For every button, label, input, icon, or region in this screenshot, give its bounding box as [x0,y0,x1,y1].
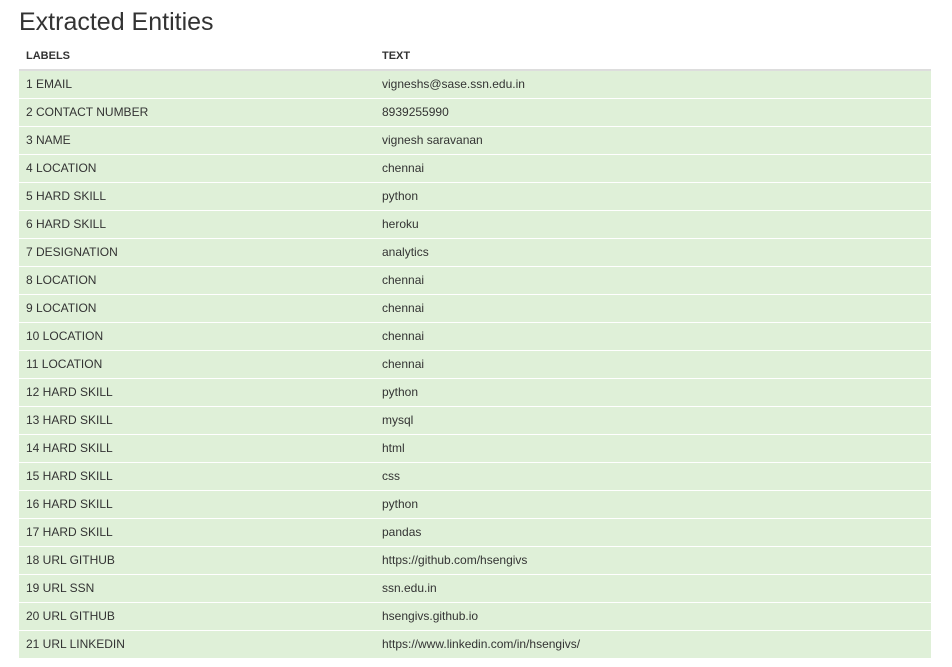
column-header-labels: LABELS [19,42,375,71]
entities-table: LABELS TEXT 1 EMAIL vigneshs@sase.ssn.ed… [19,42,931,658]
table-row: 3 NAME vignesh saravanan [19,125,931,154]
table-row: 13 HARD SKILL mysql [19,405,931,434]
cell-label: 19 URL SSN [19,573,375,602]
table-row: 15 HARD SKILL css [19,461,931,490]
cell-label: 3 NAME [19,125,375,154]
cell-text: 8939255990 [375,97,931,126]
table-row: 7 DESIGNATION analytics [19,237,931,266]
table-row: 5 HARD SKILL python [19,181,931,210]
column-header-text: TEXT [375,42,931,71]
table-row: 17 HARD SKILL pandas [19,517,931,546]
table-row: 19 URL SSN ssn.edu.in [19,573,931,602]
cell-text: heroku [375,209,931,238]
table-row: 8 LOCATION chennai [19,265,931,294]
cell-label: 12 HARD SKILL [19,377,375,406]
cell-text: python [375,181,931,210]
table-body: 1 EMAIL vigneshs@sase.ssn.edu.in 2 CONTA… [19,70,931,658]
table-row: 20 URL GITHUB hsengivs.github.io [19,601,931,630]
cell-text: python [375,489,931,518]
table-row: 9 LOCATION chennai [19,293,931,322]
table-row: 6 HARD SKILL heroku [19,209,931,238]
cell-label: 6 HARD SKILL [19,209,375,238]
cell-label: 15 HARD SKILL [19,461,375,490]
cell-text: chennai [375,349,931,378]
table-row: 14 HARD SKILL html [19,433,931,462]
table-row: 10 LOCATION chennai [19,321,931,350]
cell-text: vigneshs@sase.ssn.edu.in [375,70,931,98]
cell-label: 7 DESIGNATION [19,237,375,266]
cell-text: chennai [375,293,931,322]
cell-text: html [375,433,931,462]
cell-text: https://www.linkedin.com/in/hsengivs/ [375,629,931,658]
table-row: 18 URL GITHUB https://github.com/hsengiv… [19,545,931,574]
cell-label: 16 HARD SKILL [19,489,375,518]
cell-label: 9 LOCATION [19,293,375,322]
table-header: LABELS TEXT [19,42,931,71]
page: Extracted Entities LABELS TEXT 1 EMAIL v… [0,0,952,667]
cell-label: 2 CONTACT NUMBER [19,97,375,126]
cell-label: 10 LOCATION [19,321,375,350]
cell-text: python [375,377,931,406]
cell-label: 17 HARD SKILL [19,517,375,546]
table-row: 16 HARD SKILL python [19,489,931,518]
cell-text: pandas [375,517,931,546]
cell-text: chennai [375,321,931,350]
cell-text: css [375,461,931,490]
cell-text: vignesh saravanan [375,125,931,154]
cell-label: 5 HARD SKILL [19,181,375,210]
cell-label: 4 LOCATION [19,153,375,182]
cell-label: 1 EMAIL [19,70,375,98]
cell-label: 18 URL GITHUB [19,545,375,574]
cell-label: 21 URL LINKEDIN [19,629,375,658]
cell-label: 20 URL GITHUB [19,601,375,630]
cell-label: 11 LOCATION [19,349,375,378]
table-row: 21 URL LINKEDIN https://www.linkedin.com… [19,629,931,658]
header-row: LABELS TEXT [19,42,931,71]
table-row: 12 HARD SKILL python [19,377,931,406]
table-row: 4 LOCATION chennai [19,153,931,182]
cell-text: chennai [375,153,931,182]
table-row: 2 CONTACT NUMBER 8939255990 [19,97,931,126]
cell-text: chennai [375,265,931,294]
cell-text: ssn.edu.in [375,573,931,602]
cell-text: hsengivs.github.io [375,601,931,630]
table-row: 1 EMAIL vigneshs@sase.ssn.edu.in [19,70,931,98]
page-title: Extracted Entities [19,8,214,36]
cell-text: mysql [375,405,931,434]
cell-label: 14 HARD SKILL [19,433,375,462]
cell-text: analytics [375,237,931,266]
cell-label: 8 LOCATION [19,265,375,294]
cell-text: https://github.com/hsengivs [375,545,931,574]
cell-label: 13 HARD SKILL [19,405,375,434]
table-row: 11 LOCATION chennai [19,349,931,378]
